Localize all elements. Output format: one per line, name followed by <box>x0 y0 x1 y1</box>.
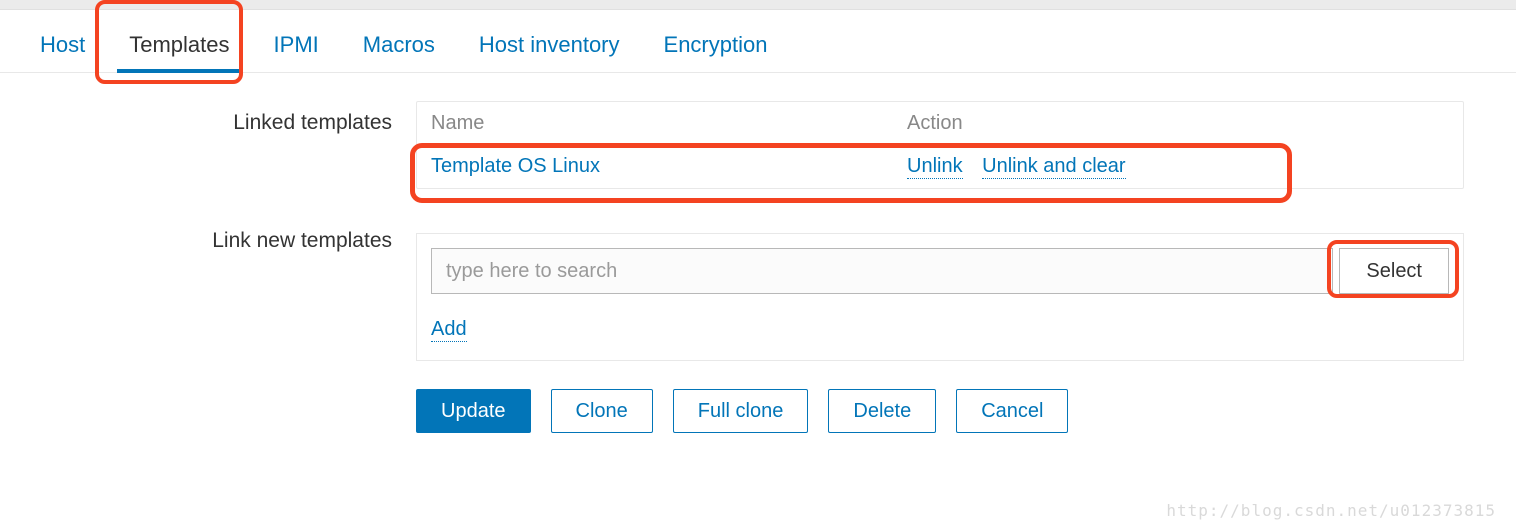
tab-ipmi[interactable]: IPMI <box>252 18 341 72</box>
col-header-action: Action <box>907 112 1449 135</box>
delete-button[interactable]: Delete <box>828 389 936 433</box>
clone-button[interactable]: Clone <box>551 389 653 433</box>
template-search-input[interactable] <box>431 248 1333 294</box>
full-clone-button[interactable]: Full clone <box>673 389 809 433</box>
label-linked-templates: Linked templates <box>0 101 416 135</box>
watermark-text: http://blog.csdn.net/u012373815 <box>1166 501 1496 520</box>
unlink-and-clear-link[interactable]: Unlink and clear <box>982 155 1125 179</box>
label-link-new-templates: Link new templates <box>0 219 416 253</box>
link-new-templates-box: Select Add <box>416 233 1464 361</box>
tab-host[interactable]: Host <box>18 18 107 72</box>
table-row: Template OS Linux Unlink Unlink and clea… <box>417 145 1463 188</box>
col-header-name: Name <box>431 112 907 135</box>
select-button[interactable]: Select <box>1339 248 1449 294</box>
row-link-new-templates: Link new templates Select Add Update Clo… <box>0 219 1516 433</box>
template-name-link[interactable]: Template OS Linux <box>431 155 600 177</box>
tab-encryption[interactable]: Encryption <box>642 18 790 72</box>
form-buttons: Update Clone Full clone Delete Cancel <box>416 389 1466 433</box>
row-linked-templates: Linked templates Name Action Template OS… <box>0 101 1516 189</box>
tab-host-inventory[interactable]: Host inventory <box>457 18 642 72</box>
add-link[interactable]: Add <box>431 318 467 342</box>
tab-templates[interactable]: Templates <box>107 18 251 72</box>
top-bar <box>0 0 1516 10</box>
update-button[interactable]: Update <box>416 389 531 433</box>
tabs-bar: Host Templates IPMI Macros Host inventor… <box>0 18 1516 73</box>
unlink-link[interactable]: Unlink <box>907 155 963 179</box>
table-header: Name Action <box>417 102 1463 145</box>
tab-macros[interactable]: Macros <box>341 18 457 72</box>
cancel-button[interactable]: Cancel <box>956 389 1068 433</box>
form-area: Linked templates Name Action Template OS… <box>0 73 1516 461</box>
linked-templates-table: Name Action Template OS Linux Unlink Unl… <box>416 101 1464 189</box>
